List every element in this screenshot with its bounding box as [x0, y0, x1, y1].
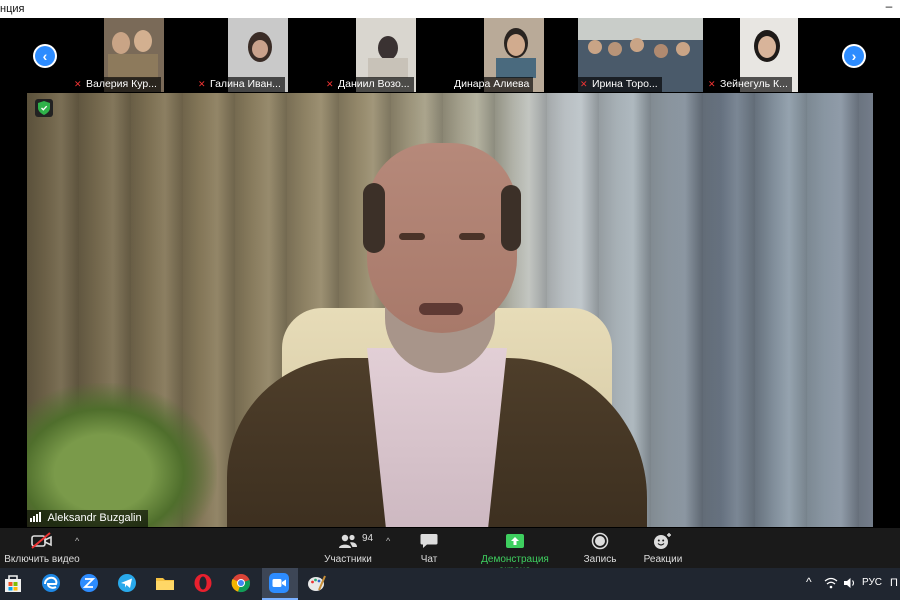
mouth-shape [419, 303, 463, 315]
participant-name-tag: ✕ Зейнегуль К... [706, 77, 792, 92]
os-taskbar: ^ РУС П [0, 568, 900, 600]
participant-name: Галина Иван... [210, 78, 281, 90]
show-hidden-icons-caret-icon[interactable]: ^ [806, 575, 812, 589]
plant-shape [27, 383, 217, 527]
chat-icon [420, 534, 438, 548]
muted-mic-icon: ✕ [74, 79, 82, 89]
participants-label: Участники [324, 554, 372, 565]
eye-shape [459, 233, 485, 240]
participant-name: Валерия Кур... [86, 78, 157, 90]
participant-tile[interactable]: ✕ Даниил Возо... [324, 18, 449, 92]
muted-mic-icon: ✕ [198, 79, 206, 89]
chevron-right-icon: › [844, 46, 864, 66]
paint-app-icon[interactable] [306, 572, 330, 596]
zoom-app-icon[interactable] [78, 572, 102, 596]
window-titlebar: нция – [0, 0, 900, 18]
participants-count: 94 [362, 533, 374, 544]
speaker-name: Aleksandr Buzgalin [47, 512, 142, 524]
participant-tile[interactable]: Динара Алиева [452, 18, 577, 92]
participant-name-tag: Динара Алиева [452, 77, 534, 92]
next-page-button[interactable]: › [842, 44, 866, 68]
chevron-left-icon: ‹ [35, 46, 55, 66]
muted-mic-icon: ✕ [326, 79, 334, 89]
meeting-toolbar: Включить видео ^ Участники 94 ^ Чат Демо… [0, 528, 900, 576]
participant-tile[interactable]: ✕ Ирина Торо... [578, 18, 703, 92]
minimize-icon[interactable]: – [882, 0, 896, 14]
reactions-label: Реакции [643, 554, 683, 565]
hair-shape [501, 185, 521, 251]
active-speaker-video: Aleksandr Buzgalin [27, 93, 873, 527]
prev-page-button[interactable]: ‹ [33, 44, 57, 68]
eye-shape [399, 233, 425, 240]
participant-tile[interactable]: ✕ Зейнегуль К... [706, 18, 831, 92]
zoom-meeting-icon[interactable] [268, 572, 292, 596]
edge-browser-icon[interactable] [40, 572, 64, 596]
hair-shape [363, 183, 385, 253]
participant-tile[interactable]: ✕ Галина Иван... [196, 18, 321, 92]
clock-partial-text: П [890, 577, 898, 589]
muted-mic-icon: ✕ [708, 79, 716, 89]
participant-strip: ‹ ✕ Валерия Кур... ✕ Галина Иван... ✕ Дании… [0, 18, 900, 92]
participant-name-tag: ✕ Даниил Возо... [324, 77, 414, 92]
share-screen-icon [506, 534, 524, 548]
participants-icon [339, 534, 357, 548]
participant-name-tag: ✕ Галина Иван... [196, 77, 285, 92]
record-label: Запись [583, 554, 617, 565]
input-language-indicator[interactable]: РУС [862, 577, 882, 588]
participant-name-tag: ✕ Ирина Торо... [578, 77, 662, 92]
chrome-browser-icon[interactable] [230, 572, 254, 596]
shirt-shape [367, 348, 507, 527]
speaker-name-tag: Aleksandr Buzgalin [27, 510, 148, 527]
start-video-button[interactable]: Включить видео [4, 531, 80, 565]
store-icon[interactable] [2, 572, 26, 596]
start-video-label: Включить видео [4, 554, 80, 565]
video-off-icon [31, 532, 52, 549]
telegram-icon[interactable] [116, 572, 140, 596]
participant-name: Даниил Возо... [338, 78, 410, 90]
wifi-icon[interactable] [824, 576, 838, 590]
volume-icon[interactable] [842, 576, 856, 590]
window-title: нция [0, 3, 25, 15]
chat-button[interactable]: Чат [414, 531, 444, 565]
participant-name-tag: ✕ Валерия Кур... [72, 77, 161, 92]
participants-options-caret-icon[interactable]: ^ [386, 536, 390, 546]
video-options-caret-icon[interactable]: ^ [75, 536, 79, 546]
signal-strength-icon [30, 511, 42, 527]
participant-name: Ирина Торо... [592, 78, 658, 90]
reactions-button[interactable]: Реакции [640, 531, 686, 565]
chat-label: Чат [420, 554, 438, 565]
security-shield-icon[interactable] [35, 99, 53, 117]
record-button[interactable]: Запись [580, 531, 620, 565]
participant-tile[interactable]: ✕ Валерия Кур... [72, 18, 197, 92]
opera-browser-icon[interactable] [192, 572, 216, 596]
file-explorer-icon[interactable] [154, 572, 178, 596]
participant-name: Зейнегуль К... [720, 78, 788, 90]
muted-mic-icon: ✕ [580, 79, 588, 89]
participant-name: Динара Алиева [454, 78, 530, 90]
reactions-icon [654, 533, 671, 549]
record-icon [591, 532, 609, 550]
